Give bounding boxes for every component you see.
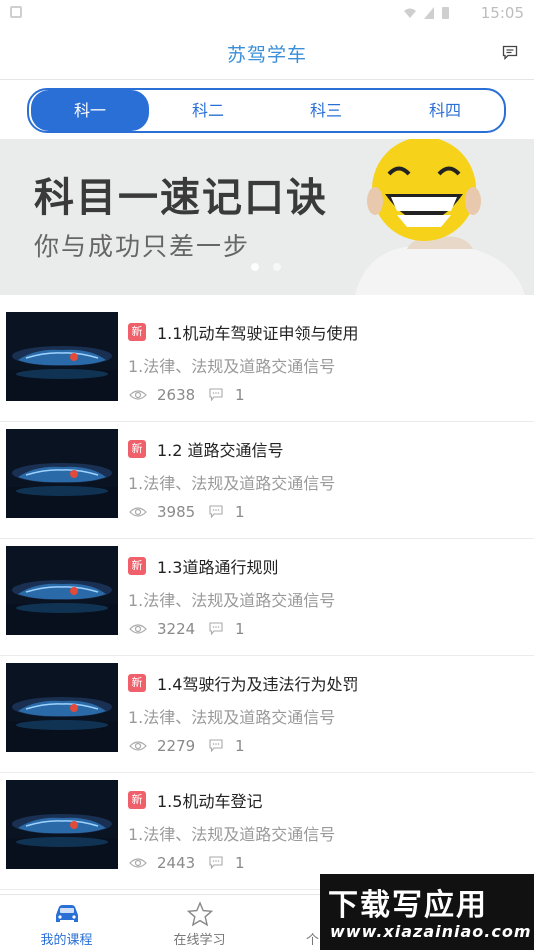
watermark-url: www.xiazainiao.com (330, 922, 532, 941)
tab-label: 我的课程 (40, 933, 93, 948)
comment-count: 1 (235, 386, 245, 404)
tab-label: 在线学习 (173, 933, 226, 948)
new-badge: 新 (128, 323, 146, 341)
comment-icon (209, 622, 223, 635)
new-badge: 新 (128, 674, 146, 692)
promo-banner[interactable]: 科目一速记口诀 你与成功只差一步 (0, 139, 534, 295)
comment-count: 1 (235, 737, 245, 755)
tab-subject-1[interactable]: 科一 (31, 90, 149, 131)
course-title: 1.4驾驶行为及违法行为处罚 (157, 675, 359, 694)
list-item[interactable]: 新 1.2 道路交通信号 1.法律、法规及道路交通信号 3985 1 (0, 422, 534, 539)
new-badge: 新 (128, 557, 146, 575)
course-title: 1.1机动车驾驶证申领与使用 (157, 324, 359, 343)
view-count: 3985 (157, 503, 196, 521)
comment-icon (209, 739, 223, 752)
comment-count: 1 (235, 620, 245, 638)
app-header: 苏驾学车 (0, 26, 534, 80)
comment-icon (209, 505, 223, 518)
view-count: 3224 (157, 620, 196, 638)
course-thumbnail (6, 546, 118, 635)
watermark-title: 下载写应用 (328, 888, 488, 923)
course-thumbnail (6, 429, 118, 518)
course-title: 1.3道路通行规则 (157, 558, 279, 577)
view-count: 2279 (157, 737, 196, 755)
course-thumbnail (6, 663, 118, 752)
banner-subline: 你与成功只差一步 (34, 232, 251, 261)
course-subtitle: 1.法律、法规及道路交通信号 (128, 474, 336, 493)
subject-tabs: 科一 科二 科三 科四 (27, 88, 506, 133)
list-item[interactable]: 新 1.3道路通行规则 1.法律、法规及道路交通信号 3224 1 (0, 539, 534, 656)
tab-subject-4[interactable]: 科四 (386, 90, 504, 131)
view-count: 2638 (157, 386, 196, 404)
banner-dot-1[interactable] (251, 263, 259, 271)
course-list: 新 1.1机动车驾驶证申领与使用 1.法律、法规及道路交通信号 2638 1 新… (0, 305, 534, 890)
list-item[interactable]: 新 1.5机动车登记 1.法律、法规及道路交通信号 2443 1 (0, 773, 534, 890)
status-bar: 15:05 (0, 0, 534, 26)
page-title: 苏驾学车 (226, 44, 307, 66)
course-title: 1.5机动车登记 (157, 792, 263, 811)
comment-count: 1 (235, 854, 245, 872)
banner-headline: 科目一速记口诀 (34, 175, 328, 221)
signal-wifi-battery-icons (404, 7, 449, 19)
notification-icon (10, 6, 22, 18)
new-badge: 新 (128, 791, 146, 809)
tab-online-study[interactable]: 在线学习 (133, 895, 266, 951)
tab-subject-2[interactable]: 科二 (149, 90, 267, 131)
course-title: 1.2 道路交通信号 (157, 441, 284, 460)
comment-icon (209, 856, 223, 869)
smiley-person-illustration (355, 139, 525, 295)
tab-my-courses[interactable]: 我的课程 (0, 895, 133, 951)
course-subtitle: 1.法律、法规及道路交通信号 (128, 357, 336, 376)
comment-count: 1 (235, 503, 245, 521)
eye-icon (129, 624, 147, 634)
eye-icon (129, 741, 147, 751)
comment-icon (209, 388, 223, 401)
message-icon[interactable] (502, 45, 518, 60)
eye-icon (129, 507, 147, 517)
tab-subject-3[interactable]: 科三 (267, 90, 385, 131)
view-count: 2443 (157, 854, 196, 872)
course-subtitle: 1.法律、法规及道路交通信号 (128, 825, 336, 844)
car-icon (55, 905, 78, 922)
list-item[interactable]: 新 1.4驾驶行为及违法行为处罚 1.法律、法规及道路交通信号 2279 1 (0, 656, 534, 773)
eye-icon (129, 858, 147, 868)
status-time: 15:05 (480, 4, 524, 22)
star-icon (186, 901, 213, 927)
course-thumbnail (6, 780, 118, 869)
eye-icon (129, 390, 147, 400)
course-subtitle: 1.法律、法规及道路交通信号 (128, 708, 336, 727)
new-badge: 新 (128, 440, 146, 458)
course-thumbnail (6, 312, 118, 401)
download-site-watermark: 下载写应用 www.xiazainiao.com (320, 874, 534, 950)
banner-dot-2[interactable] (273, 263, 281, 271)
list-item[interactable]: 新 1.1机动车驾驶证申领与使用 1.法律、法规及道路交通信号 2638 1 (0, 305, 534, 422)
course-subtitle: 1.法律、法规及道路交通信号 (128, 591, 336, 610)
